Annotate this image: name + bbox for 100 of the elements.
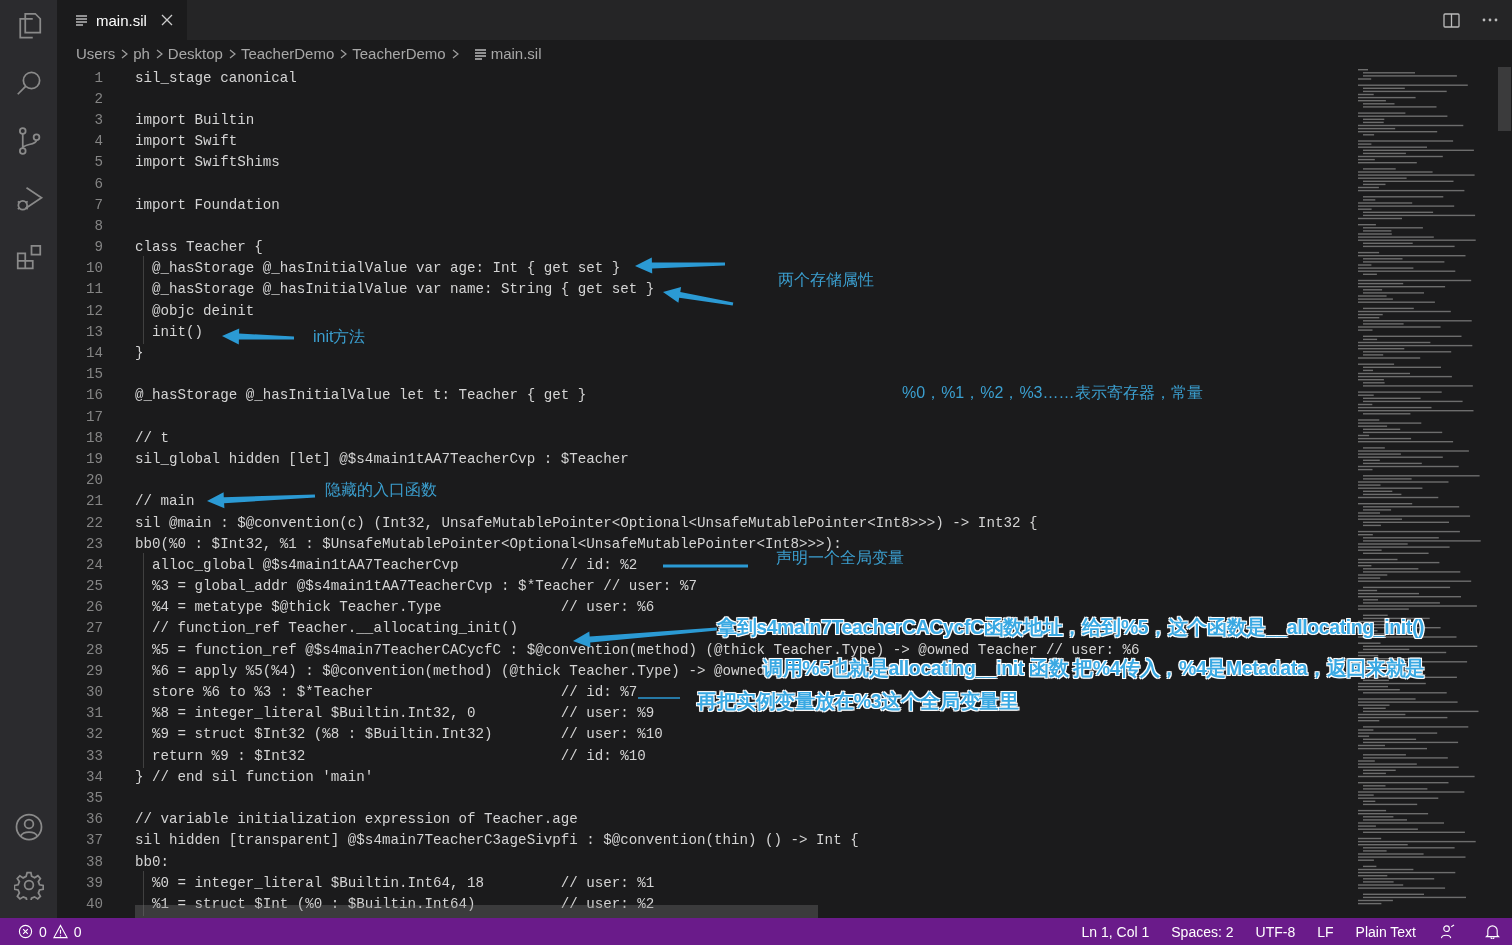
line-number: 31 — [84, 705, 103, 722]
line-number: 18 — [84, 429, 103, 446]
code-line: %0 = integer_literal $Builtin.Int64, 18 — [151, 874, 486, 891]
error-icon[interactable] — [18, 924, 33, 939]
line-number: 33 — [84, 747, 103, 764]
line-number: 16 — [84, 387, 103, 404]
line-number: 28 — [84, 641, 103, 658]
code-line: // variable initialization expression of Teacher.age — [135, 811, 578, 828]
cursor-position[interactable]: Ln 1, Col 1 — [1073, 923, 1158, 940]
breadcrumb-item[interactable]: TeacherDemo — [240, 45, 335, 62]
chevron-icon — [338, 47, 349, 60]
line-number: 39 — [84, 874, 103, 891]
warning-count[interactable]: 0 — [73, 923, 82, 940]
code-line: } — [135, 345, 144, 362]
line-number: 26 — [84, 599, 103, 616]
code-line: %8 = integer_literal $Builtin.Int32, 0 — [151, 705, 477, 722]
code-comment: // user: %1 — [560, 874, 655, 891]
split-editor-icon[interactable] — [1443, 12, 1460, 28]
line-number: 2 — [93, 90, 103, 107]
settings-icon[interactable] — [13, 870, 44, 900]
code-line: sil_global hidden [let] @$s4main1tAA7TeacherCvp : $Teacher — [135, 450, 629, 467]
annotation-text: 隐藏的入口函数 — [325, 480, 437, 500]
line-number: 27 — [84, 620, 103, 637]
line-number: 37 — [84, 832, 103, 849]
breadcrumb-item[interactable]: main.sil — [490, 45, 542, 62]
file-lines-icon — [473, 47, 487, 60]
annotation-text: %0，%1，%2，%3……表示寄存器，常量 — [902, 383, 1203, 403]
line-number: 4 — [93, 133, 103, 150]
notifications-bell-icon[interactable] — [1485, 924, 1500, 939]
breadcrumb-item[interactable]: ph — [133, 45, 150, 62]
line-number: 30 — [84, 684, 103, 701]
code-line: %5 = function_ref @$s4main7TeacherCACycfC : $@convention(method) (@thick Teacher.Type) -> @owned Teacher // user: %6 — [151, 641, 1140, 658]
more-actions-icon[interactable] — [1482, 18, 1498, 22]
line-number: 19 — [84, 450, 103, 467]
breadcrumb-item[interactable]: Users — [76, 45, 116, 62]
code-line: @_hasStorage @_hasInitialValue let t: Teacher { get } — [135, 387, 587, 404]
code-line: alloc_global @$s4main1tAA7TeacherCvp — [151, 556, 460, 573]
line-number: 20 — [84, 472, 103, 489]
breadcrumb-item[interactable]: Desktop — [167, 45, 223, 62]
close-icon[interactable] — [161, 14, 173, 26]
annotation-text: 声明一个全局变量 — [776, 549, 904, 568]
code-line: sil_stage canonical — [135, 69, 297, 86]
line-number: 23 — [84, 535, 103, 552]
code-line: import Swift — [135, 133, 238, 150]
code-comment: // id: %7 — [560, 684, 638, 701]
line-number: 8 — [93, 217, 103, 234]
code-line: bb0(%0 : $Int32, %1 : $UnsafeMutablePointer<Optional<UnsafeMutablePointer<Int8>>>): — [135, 535, 842, 552]
annotation-text: init方法 — [313, 327, 366, 347]
annotation-line — [637, 697, 681, 699]
code-comment: // user: %9 — [560, 705, 655, 722]
line-number: 15 — [84, 366, 103, 383]
code-line: @_hasStorage @_hasInitialValue var age: Int { get set } — [151, 260, 621, 277]
code-comment: // user: %10 — [560, 726, 663, 743]
code-line: // t — [135, 429, 170, 446]
code-comment: // id: %10 — [560, 747, 646, 764]
editor-tab[interactable]: main.sil — [57, 0, 187, 40]
code-comment: // id: %2 — [560, 556, 638, 573]
language-mode[interactable]: Plain Text — [1347, 923, 1424, 940]
line-number: 7 — [93, 196, 103, 213]
line-number: 32 — [84, 726, 103, 743]
warning-icon[interactable] — [52, 924, 68, 939]
code-line: store %6 to %3 : $*Teacher — [151, 684, 375, 701]
feedback-person-icon[interactable] — [1440, 924, 1455, 939]
line-number: 38 — [84, 853, 103, 870]
code-line: @_hasStorage @_hasInitialValue var name: String { get set } — [151, 281, 655, 298]
line-number: 10 — [84, 260, 103, 277]
code-line: %9 = struct $Int32 (%8 : $Builtin.Int32) — [151, 726, 494, 743]
code-line: // function_ref Teacher.__allocating_init() — [151, 620, 519, 637]
line-number: 9 — [93, 239, 103, 256]
code-line: import SwiftShims — [135, 154, 280, 171]
line-ending-setting[interactable]: LF — [1309, 923, 1342, 940]
scrollbar-thumb[interactable] — [1498, 67, 1511, 131]
line-number: 24 — [84, 556, 103, 573]
line-number: 25 — [84, 578, 103, 595]
code-line: // main — [135, 493, 195, 510]
code-line: } // end sil function 'main' — [135, 768, 374, 785]
line-number: 3 — [93, 111, 103, 128]
line-number: 21 — [84, 493, 103, 510]
error-count[interactable]: 0 — [39, 923, 47, 940]
code-line: %3 = global_addr @$s4main1tAA7TeacherCvp : $*Teacher // user: %7 — [151, 578, 697, 595]
account-icon[interactable] — [13, 812, 44, 842]
breadcrumb-item[interactable]: TeacherDemo — [352, 45, 446, 62]
line-number: 36 — [84, 811, 103, 828]
annotation-text: 再把实例变量放在%3这个全局变量里 — [697, 689, 1019, 714]
encoding-setting[interactable]: UTF-8 — [1247, 923, 1304, 940]
line-number: 34 — [84, 768, 103, 785]
annotation-text: 两个存储属性 — [778, 270, 874, 290]
line-number: 11 — [84, 281, 103, 298]
line-number: 6 — [93, 175, 103, 192]
line-number: 40 — [84, 895, 103, 912]
code-line: sil @main : $@convention(c) (Int32, UnsafeMutablePointer<Optional<UnsafeMutablePointer<Int8>>>) -> Int32 { — [135, 514, 1038, 531]
indentation-setting[interactable]: Spaces: 2 — [1163, 923, 1242, 940]
chevron-icon — [119, 47, 130, 60]
line-number: 22 — [84, 514, 103, 531]
code-line: %1 = struct $Int (%0 : $Builtin.Int64) — [151, 895, 477, 912]
code-line: @objc deinit — [151, 302, 255, 319]
line-number: 14 — [84, 345, 103, 362]
line-number: 1 — [93, 69, 103, 86]
line-number: 12 — [84, 302, 103, 319]
line-number: 17 — [84, 408, 103, 425]
